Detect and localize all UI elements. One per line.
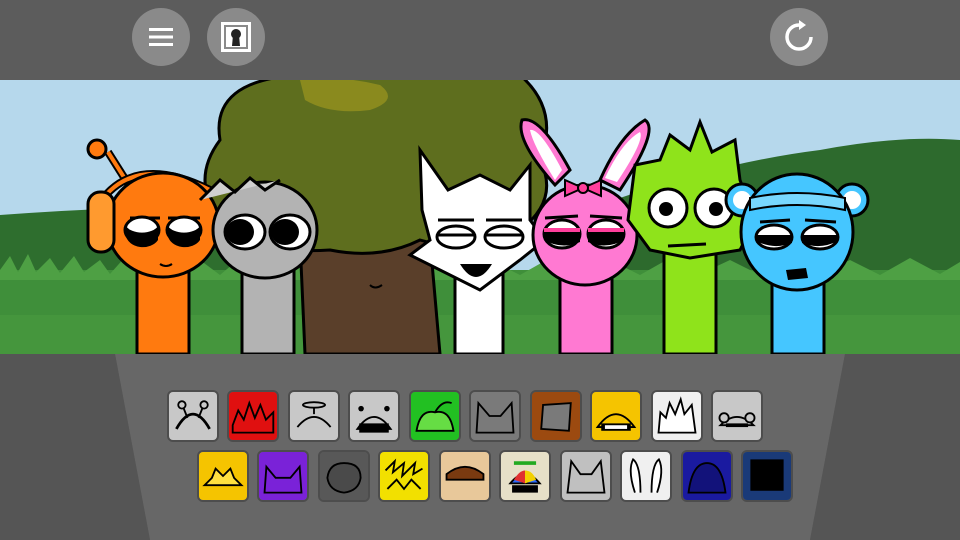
reset-button[interactable] bbox=[770, 8, 828, 66]
icon-purple-horns[interactable] bbox=[257, 450, 309, 502]
icon-sun-crown[interactable] bbox=[197, 450, 249, 502]
icon-black-box[interactable] bbox=[348, 390, 400, 442]
top-toolbar bbox=[0, 0, 960, 80]
stage-scene bbox=[0, 80, 960, 354]
character-mode-button[interactable] bbox=[207, 8, 265, 66]
icon-green-leaf[interactable] bbox=[409, 390, 461, 442]
icon-beanie-propeller[interactable] bbox=[499, 450, 551, 502]
icon-brown-bucket[interactable] bbox=[530, 390, 582, 442]
menu-button[interactable] bbox=[132, 8, 190, 66]
icon-lightning-hair[interactable] bbox=[378, 450, 430, 502]
reset-icon bbox=[785, 20, 813, 51]
icon-bunny-ears[interactable] bbox=[620, 450, 672, 502]
icon-white-spikes[interactable] bbox=[651, 390, 703, 442]
icon-black-top-hat[interactable] bbox=[741, 450, 793, 502]
icon-red-spikes[interactable] bbox=[227, 390, 279, 442]
icon-cat-ears[interactable] bbox=[469, 390, 521, 442]
icon-dark-blob[interactable] bbox=[318, 450, 370, 502]
icon-tray bbox=[0, 354, 960, 540]
icon-yellow-helmet[interactable] bbox=[590, 390, 642, 442]
icon-gray-cat-ears[interactable] bbox=[560, 450, 612, 502]
icon-brown-hat[interactable] bbox=[439, 450, 491, 502]
icon-cloud-ears[interactable] bbox=[711, 390, 763, 442]
icon-antenna-headphones[interactable] bbox=[167, 390, 219, 442]
hamburger-icon bbox=[149, 28, 173, 46]
tray-floor bbox=[0, 354, 960, 540]
icon-propeller-cap[interactable] bbox=[288, 390, 340, 442]
icon-navy-dome[interactable] bbox=[681, 450, 733, 502]
keyhole-icon bbox=[221, 22, 251, 52]
